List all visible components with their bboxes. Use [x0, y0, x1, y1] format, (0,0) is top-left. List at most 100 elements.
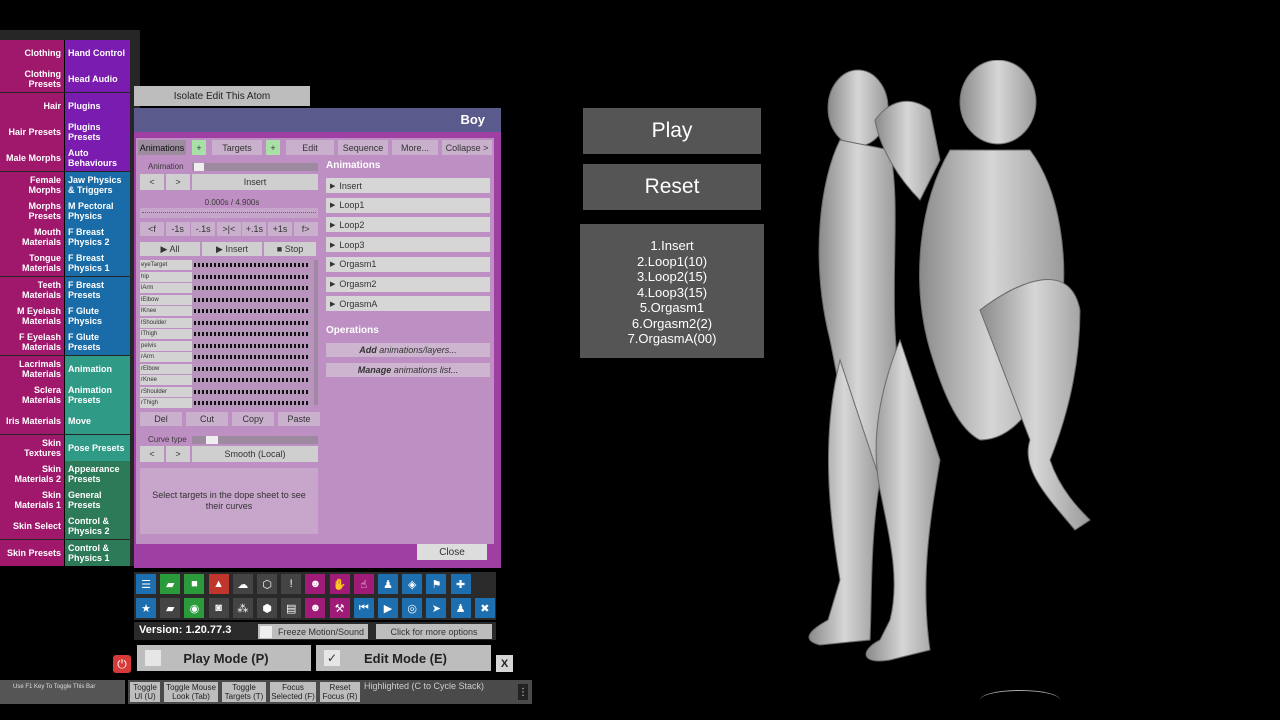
play-icon[interactable]: ▶ [378, 598, 398, 618]
screenshot-icon[interactable]: ◙ [208, 598, 229, 618]
menu-item-right[interactable]: M Pectoral Physics [65, 197, 130, 224]
freeze-motion-toggle[interactable]: Freeze Motion/Sound [258, 624, 368, 639]
dope-track[interactable] [192, 375, 312, 385]
menu-item-right[interactable]: Auto Behaviours [65, 145, 130, 172]
dope-target-label[interactable]: pelvis [140, 340, 192, 351]
dope-scrollbar[interactable] [314, 260, 318, 405]
transport-button[interactable]: >|< [216, 222, 241, 236]
tab-0[interactable]: Animations [138, 140, 186, 155]
animation-slider-handle[interactable] [194, 163, 204, 171]
edit-cut-button[interactable]: Cut [186, 412, 228, 426]
dope-track[interactable] [192, 340, 312, 351]
cursor-icon[interactable]: ➤ [426, 598, 447, 618]
dope-target-label[interactable]: lThigh [140, 329, 192, 339]
menu-item-left[interactable]: Clothing [0, 40, 65, 66]
alert-icon[interactable]: ! [281, 574, 302, 594]
curve-type-slider-handle[interactable] [206, 436, 218, 444]
operation-button[interactable]: Add animations/layers... [326, 343, 490, 357]
edit-mode-button[interactable]: ✓ Edit Mode (E) [316, 645, 491, 671]
dope-track[interactable] [192, 260, 312, 270]
play-mode-button[interactable]: Play Mode (P) [137, 645, 311, 671]
figures-3d-scene[interactable] [780, 60, 1120, 670]
dope-track[interactable] [192, 329, 312, 339]
tab-6[interactable]: More... [392, 140, 438, 155]
stop-button[interactable]: ■ Stop [264, 242, 316, 256]
prev-animation-button[interactable]: < [140, 174, 164, 190]
menu-item-left[interactable]: Tongue Materials [0, 250, 65, 277]
menu-item-right[interactable]: Plugins Presets [65, 118, 130, 145]
animation-item[interactable]: ▶ Loop2 [326, 217, 490, 233]
prev-curve-button[interactable]: < [140, 446, 164, 462]
menu-item-right[interactable]: Animation Presets [65, 381, 130, 408]
edit-del-button[interactable]: Del [140, 412, 182, 426]
dope-track[interactable] [192, 317, 312, 328]
save-scene-icon[interactable]: ▰ [160, 598, 181, 618]
menu-item-left[interactable]: Teeth Materials [0, 276, 65, 303]
operation-button[interactable]: Manage animations list... [326, 363, 490, 377]
dope-target-label[interactable]: hip [140, 271, 192, 282]
edit-paste-button[interactable]: Paste [278, 412, 320, 426]
network-icon[interactable]: ⁂ [232, 598, 253, 618]
target-icon[interactable]: ◎ [402, 598, 423, 618]
transport-button[interactable]: -.1s [191, 222, 216, 236]
menu-item-right[interactable]: Move [65, 408, 130, 435]
menu-item-left[interactable]: Iris Materials [0, 408, 65, 435]
animation-item[interactable]: ▶ Orgasm1 [326, 256, 490, 272]
close-ui-button[interactable]: X [496, 655, 513, 672]
transport-button[interactable]: <f [140, 222, 164, 236]
folder-icon[interactable]: ■ [184, 574, 205, 594]
dope-target-label[interactable]: rElbow [140, 363, 192, 374]
cloud-icon[interactable]: ☁ [232, 574, 253, 594]
tab-5[interactable]: Sequence [338, 140, 388, 155]
play-mode-checkbox[interactable] [145, 650, 161, 666]
hand-icon[interactable]: ✋ [329, 574, 350, 594]
dope-target-label[interactable]: lElbow [140, 294, 192, 305]
panel-title-bar[interactable]: Boy [134, 108, 501, 132]
transport-button[interactable]: -1s [165, 222, 190, 236]
person-edit-icon[interactable]: ☻ [305, 598, 326, 618]
play-button[interactable]: Play [583, 108, 761, 154]
tab-4[interactable]: Edit [286, 140, 334, 155]
dope-track[interactable] [192, 398, 312, 408]
power-icon[interactable]: ⏻ [113, 655, 131, 673]
play-insert-button[interactable]: ▶ Insert [202, 242, 262, 256]
reset-button[interactable]: Reset [583, 164, 761, 210]
bottom-button[interactable]: Reset Focus (R) [320, 682, 360, 702]
dope-track[interactable] [192, 271, 312, 282]
person-icon[interactable]: ♟ [378, 574, 398, 594]
animation-item[interactable]: ▶ Loop3 [326, 237, 490, 253]
curve-type-select[interactable]: Smooth (Local) [192, 446, 318, 462]
dope-track[interactable] [192, 294, 312, 305]
next-animation-button[interactable]: > [166, 174, 190, 190]
menu-item-right[interactable]: F Breast Physics 2 [65, 224, 130, 251]
curve-type-slider[interactable] [192, 436, 318, 444]
add-icon[interactable]: ✚ [450, 574, 471, 594]
animation-item[interactable]: ▶ OrgasmA [326, 296, 490, 312]
package-icon[interactable]: ⬢ [257, 598, 277, 618]
dope-target-label[interactable]: lShoulder [140, 317, 192, 328]
animation-slider[interactable] [192, 163, 318, 171]
flag-icon[interactable]: ⚑ [426, 574, 447, 594]
document-icon[interactable]: ▤ [281, 598, 302, 618]
menu-item-left[interactable]: Skin Textures [0, 434, 65, 461]
menu-item-left[interactable]: Sclera Materials [0, 381, 65, 408]
menu-item-right[interactable]: Control & Physics 2 [65, 513, 130, 540]
tab-7[interactable]: Collapse > [442, 140, 492, 155]
unity-icon[interactable]: ◈ [402, 574, 423, 594]
play-all-button[interactable]: ▶ All [140, 242, 200, 256]
menu-item-right[interactable]: Pose Presets [65, 434, 130, 461]
scrubber[interactable] [140, 208, 318, 218]
menu-icon[interactable]: ☰ [136, 574, 156, 594]
bottom-button[interactable]: Toggle UI (U) [130, 682, 160, 702]
next-curve-button[interactable]: > [166, 446, 190, 462]
transport-button[interactable]: +.1s [242, 222, 267, 236]
camera-icon[interactable]: ◉ [184, 598, 205, 618]
more-options-button[interactable]: Click for more options [376, 624, 492, 639]
people-icon[interactable]: ♟ [450, 598, 471, 618]
menu-item-right[interactable]: Animation [65, 355, 130, 382]
dope-track[interactable] [192, 363, 312, 374]
hand-point-icon[interactable]: ☝ [353, 574, 374, 594]
dope-target-label[interactable]: rThigh [140, 398, 192, 408]
menu-item-left[interactable]: Male Morphs [0, 145, 65, 172]
current-animation-select[interactable]: Insert [192, 174, 318, 190]
